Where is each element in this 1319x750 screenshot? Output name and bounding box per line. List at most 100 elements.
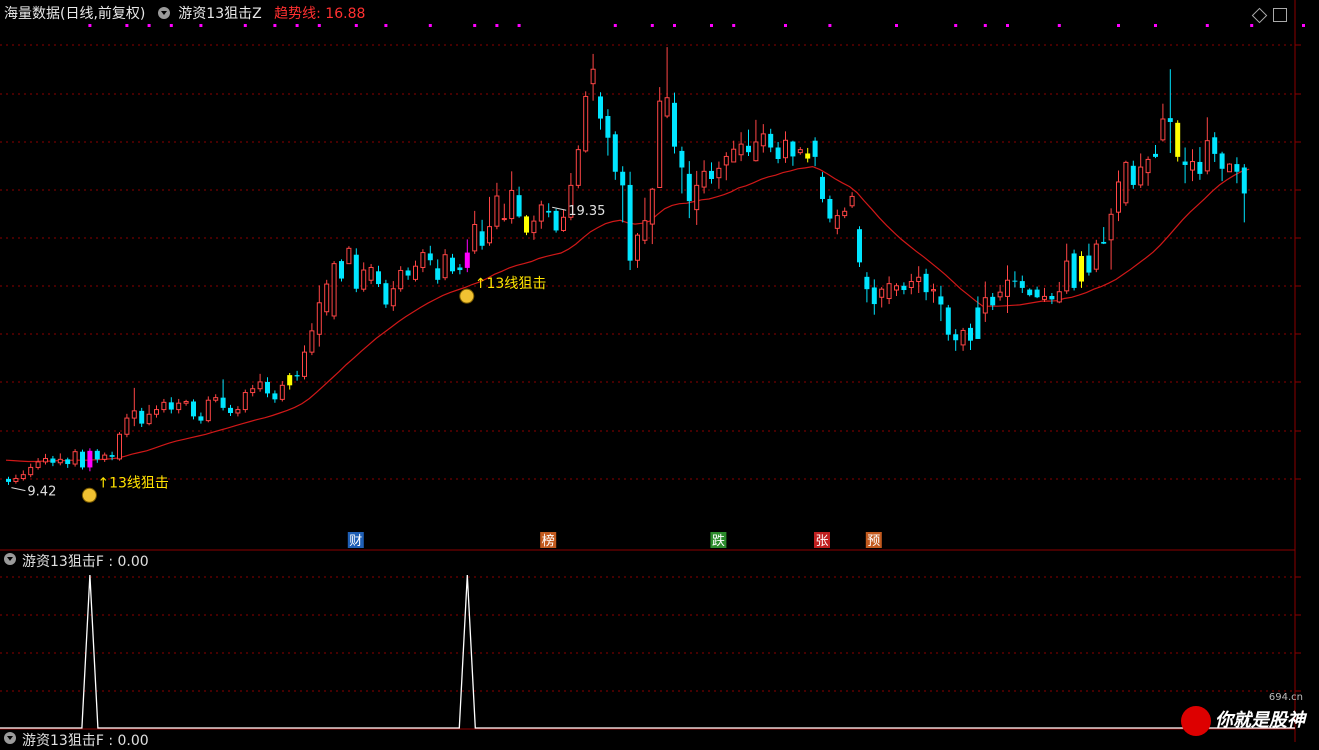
candle-body [908, 281, 914, 288]
candle-body [191, 401, 196, 417]
event-tag: 跌 [712, 533, 725, 549]
sub-indicator-line [0, 574, 1295, 729]
candle-body [797, 149, 803, 154]
candle-body [753, 141, 759, 162]
candle-body [716, 167, 722, 179]
candle-body [1101, 241, 1107, 244]
candle-body [1190, 161, 1195, 171]
candle-body [324, 283, 330, 313]
candle-body [960, 329, 966, 346]
event-tag: 张 [815, 534, 828, 549]
candle-body [1012, 280, 1018, 282]
candle-body [265, 381, 270, 394]
candle-body [102, 454, 108, 460]
candle-body [1005, 279, 1010, 297]
candle-body [94, 450, 100, 460]
candle-body [627, 184, 633, 261]
candle-body [524, 216, 529, 233]
event-tag: 榜 [542, 533, 555, 549]
candle-body [13, 477, 19, 482]
price-annotation: 19.35 [568, 204, 605, 219]
candle-body [760, 133, 766, 147]
indicator-dropdown-icon[interactable] [157, 7, 170, 19]
candle-body [479, 231, 485, 246]
money-bag-icon [459, 288, 475, 304]
candle-body [709, 170, 714, 179]
candle-body [842, 210, 848, 217]
subpanel1-dropdown-icon[interactable] [4, 553, 16, 565]
candle-body [1227, 163, 1232, 173]
trend-line-value: 趋势线: 16.88 [274, 6, 366, 22]
candle-body [316, 302, 322, 335]
candle-body [894, 285, 899, 291]
candle-body [339, 261, 344, 279]
candle-body [672, 102, 677, 147]
candle-body [398, 269, 404, 290]
chart-root: 9.42 19.35 ↑13线狙击 ↑13线狙击财 榜 跌 张 预 海量数据(日线,前复权) … [0, 0, 1319, 749]
price-annotation: 9.42 [27, 485, 56, 500]
candle-body [43, 458, 48, 463]
candle-body [1123, 161, 1129, 204]
subpanel2-dropdown-icon[interactable] [4, 732, 16, 744]
candle-body [642, 220, 648, 241]
candle-body [701, 170, 707, 188]
candle-body [805, 153, 811, 159]
candle-body [154, 409, 159, 415]
candle-body [790, 141, 796, 157]
candle-body [938, 296, 944, 305]
candle-body [879, 288, 885, 298]
candle-body [901, 285, 907, 291]
candle-body [205, 399, 211, 422]
candle-body [198, 416, 204, 421]
maximize-icon[interactable] [1273, 8, 1287, 22]
candle-body [361, 269, 367, 290]
candle-body [583, 95, 589, 152]
candle-body [1064, 260, 1070, 292]
candle-body [575, 149, 581, 186]
candle-body [849, 195, 855, 207]
candle-body [72, 451, 78, 465]
candle-body [1079, 255, 1084, 282]
candle-body [117, 433, 122, 460]
candle-body [746, 145, 751, 153]
candle-body [1212, 137, 1218, 154]
annotation-arrow [11, 487, 26, 492]
candle-body [464, 252, 470, 268]
candle-body [620, 171, 626, 186]
candle-body [420, 252, 426, 268]
candle-body [331, 263, 337, 317]
candle-body [242, 392, 248, 411]
candle-body [472, 224, 478, 252]
candle-body [228, 407, 233, 413]
top-signal-marker [1302, 24, 1305, 27]
candle-body [368, 266, 374, 281]
candle-body [982, 297, 988, 314]
candle-body [183, 400, 189, 404]
candle-body [279, 384, 285, 400]
candle-body [686, 173, 692, 202]
subpanel2-header: 游资13狙击F : 0.00 [4, 732, 149, 750]
data-source-label: 海量数据(日线,前复权) [4, 6, 146, 22]
candle-body [50, 458, 56, 463]
event-tag: 预 [867, 534, 880, 549]
candle-body [561, 216, 566, 231]
candle-body [272, 393, 278, 400]
candle-body [1182, 161, 1188, 165]
candle-body [827, 198, 833, 219]
candle-body [35, 461, 41, 468]
candle-body [213, 397, 219, 401]
candle-body [1019, 281, 1025, 288]
candle-body [124, 417, 130, 435]
candle-body [1219, 153, 1225, 169]
candle-body [346, 247, 352, 265]
chart-header: 海量数据(日线,前复权) 游资13狙击Z 趋势线: 16.88 [0, 0, 1290, 28]
candle-body [886, 283, 892, 300]
candle-body [812, 140, 818, 157]
candle-body [1138, 166, 1144, 186]
candle-body [287, 375, 293, 386]
candle-body [871, 287, 877, 305]
candle-body [1241, 167, 1247, 194]
candle-body [1197, 161, 1203, 174]
subpanel1-title: 游资13狙击F : 0.00 [22, 554, 149, 570]
candle-body [1234, 164, 1240, 172]
